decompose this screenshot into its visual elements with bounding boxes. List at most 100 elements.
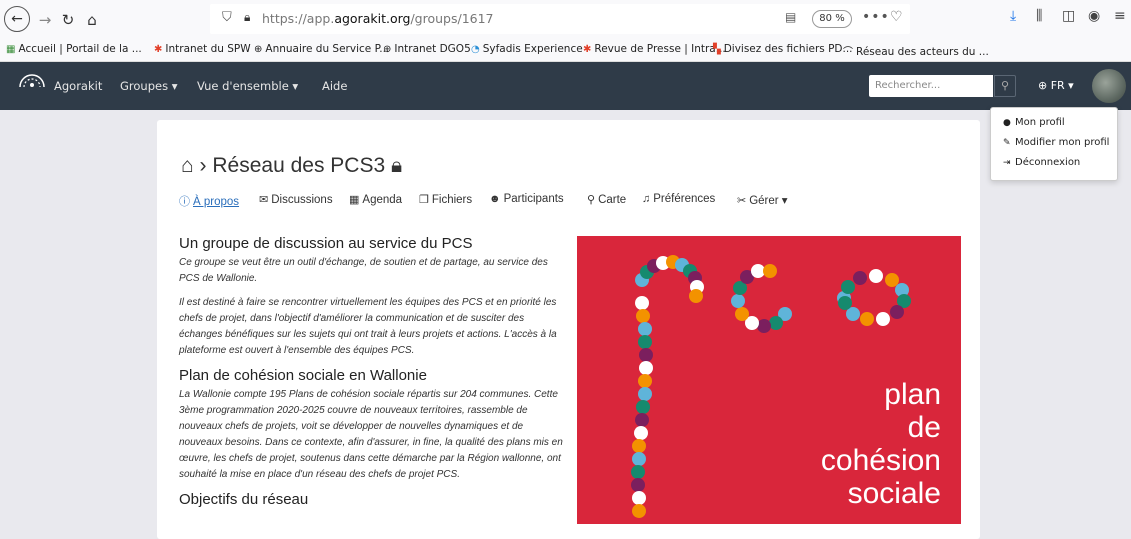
bookmark-icon: ✱ (154, 44, 163, 55)
bell-icon: ♫ (642, 193, 651, 205)
bookmark-item[interactable]: ✱ Intranet du SPW (154, 43, 251, 55)
logo-text-line: sociale (847, 477, 941, 510)
nav-overview[interactable]: Vue d'ensemble ▾ (197, 79, 298, 93)
nav-groups[interactable]: Groupes ▾ (120, 79, 178, 93)
pocket-icon[interactable]: ♡ (890, 9, 903, 25)
files-icon: ❐ (419, 194, 429, 206)
nav-help[interactable]: Aide (322, 79, 347, 93)
menu-item-edit-profile[interactable]: ✎ Modifier mon profil (1003, 137, 1109, 148)
language-selector[interactable]: ⊕ FR ▾ (1038, 79, 1074, 92)
wrench-icon: ✂ (737, 195, 747, 207)
logo-dot (638, 335, 653, 349)
bookmark-item[interactable]: ✱ Revue de Presse | Intra... (583, 43, 726, 55)
description: Un groupe de discussion au service du PC… (179, 235, 564, 511)
tab-files[interactable]: ❐ Fichiers (419, 193, 472, 206)
section-heading: Un groupe de discussion au service du PC… (179, 235, 473, 252)
library-icon[interactable]: ⫼ (1036, 8, 1042, 24)
page-actions-icon[interactable]: ••• (862, 9, 890, 25)
tab-participants[interactable]: ☻ Participants (489, 193, 564, 205)
menu-icon[interactable]: ≡ (1114, 8, 1126, 24)
bookmark-item[interactable]: ⊕ Annuaire du Service P... (254, 43, 389, 55)
section-heading: Objectifs du réseau (179, 491, 309, 508)
logo-dot (876, 311, 891, 326)
logo-dot (632, 504, 647, 518)
logo-dot (638, 374, 653, 388)
tab-about[interactable]: ⓘ À propos (179, 193, 239, 209)
zoom-level[interactable]: 80 % (812, 10, 852, 28)
logo-text-line: plan (884, 378, 941, 411)
bookmark-item[interactable]: ▚ Divisez des fichiers PD... (713, 43, 853, 55)
globe-icon: ⊕ (383, 44, 392, 55)
paragraph: Ce groupe se veut être un outil d'échang… (179, 257, 548, 284)
comments-icon: ✉ (259, 194, 269, 206)
logo-dot (735, 306, 750, 321)
bookmark-icon: ▦ (6, 44, 16, 55)
bookmark-item[interactable]: ◔ Syfadis Experience (471, 43, 583, 55)
avatar[interactable] (1092, 69, 1126, 103)
menu-item-logout[interactable]: ⇥ Déconnexion (1003, 157, 1080, 168)
forward-button[interactable]: → (33, 8, 57, 32)
breadcrumb-separator-icon: › (199, 154, 207, 177)
url-text[interactable]: https://app.agorakit.org/groups/1617 (262, 11, 494, 26)
tab-preferences[interactable]: ♫ Préférences (642, 193, 715, 205)
bookmark-icon: ⌒ (843, 47, 853, 58)
back-button[interactable]: ← (4, 6, 30, 32)
logo-dot (756, 318, 771, 333)
logo-dot (633, 426, 648, 440)
logo-dot (889, 305, 904, 320)
home-icon[interactable]: ⌂ (181, 154, 194, 177)
user-menu: ● Mon profil ✎ Modifier mon profil ⇥ Déconn… (990, 107, 1118, 181)
group-card: ⌂ › Réseau des PCS3 🔒︎ ⓘ À propos ✉ Discus… (157, 120, 980, 539)
user-edit-icon: ✎ (1003, 138, 1011, 148)
bookmark-item[interactable]: ⌒ Réseau des acteurs du ... (843, 43, 989, 58)
paragraph: Il est destiné à faire se rencontrer vir… (179, 297, 557, 356)
tab-agenda[interactable]: ▦ Agenda (349, 193, 402, 206)
logo-dot (631, 452, 646, 466)
bookmark-item[interactable]: ▦ Accueil | Portail de la ... (6, 43, 142, 55)
info-icon: ⓘ (179, 196, 190, 208)
shield-icon[interactable]: ⛉ (222, 10, 232, 25)
tab-discussions[interactable]: ✉ Discussions (259, 193, 333, 206)
browser-toolbar: ← → ↻ ⌂ ⛉ 🔒︎ https://app.agorakit.org/gr… (0, 0, 1131, 40)
logo-dot (631, 465, 646, 479)
agorakit-logo-icon[interactable] (18, 72, 46, 88)
calendar-icon: ▦ (349, 194, 360, 206)
logo-dot (768, 316, 783, 331)
address-bar[interactable]: ⛉ 🔒︎ https://app.agorakit.org/groups/161… (210, 4, 910, 34)
lock-icon[interactable]: 🔒︎ (244, 10, 250, 25)
reload-button[interactable]: ↻ (56, 8, 80, 32)
logo-dot (637, 387, 652, 401)
globe-icon: ⊕ (254, 44, 263, 55)
tab-manage[interactable]: ✂ Gérer ▾ (737, 193, 788, 207)
app-navbar: Agorakit Groupes ▾ Vue d'ensemble ▾ Aide… (0, 62, 1131, 110)
sidebar-icon[interactable]: ◫ (1062, 8, 1075, 24)
logo-dot (731, 294, 746, 309)
logo-dot (837, 296, 852, 311)
logo-text-line: cohésion (820, 444, 941, 477)
download-icon[interactable]: ⤓ (1010, 8, 1016, 24)
logo-dot (638, 348, 653, 362)
logo-dot (637, 322, 652, 336)
group-title-text: Réseau des PCS3 (212, 154, 386, 177)
bookmarks-bar: ▦ Accueil | Portail de la ... ✱ Intranet d… (0, 40, 1131, 62)
logo-dot (634, 413, 649, 427)
logo-dot (638, 361, 653, 375)
pcs-logo-image: plan de cohésion sociale (577, 236, 961, 524)
users-icon: ☻ (489, 193, 501, 205)
reader-view-icon[interactable]: ▤ (785, 10, 796, 24)
logo-text-line: de (907, 411, 941, 444)
search-icon[interactable]: ⚲ (994, 75, 1016, 97)
paragraph: La Wallonie compte 195 Plans de cohésion… (179, 389, 563, 480)
page-title: ⌂ › Réseau des PCS3 🔒︎ (181, 154, 402, 178)
logo-dot (636, 400, 651, 414)
menu-item-profile[interactable]: ● Mon profil (1003, 117, 1065, 128)
home-button[interactable]: ⌂ (80, 8, 104, 32)
bookmark-icon: ✱ (583, 44, 592, 55)
brand-link[interactable]: Agorakit (54, 79, 102, 93)
extension-icon[interactable]: ◉ (1088, 8, 1100, 24)
logo-dot (859, 312, 874, 327)
logo-dot (688, 289, 703, 304)
tab-map[interactable]: ⚲ Carte (587, 193, 626, 206)
search-input[interactable]: Rechercher... (869, 75, 993, 97)
bookmark-item[interactable]: ⊕ Intranet DGO5 (383, 43, 471, 55)
